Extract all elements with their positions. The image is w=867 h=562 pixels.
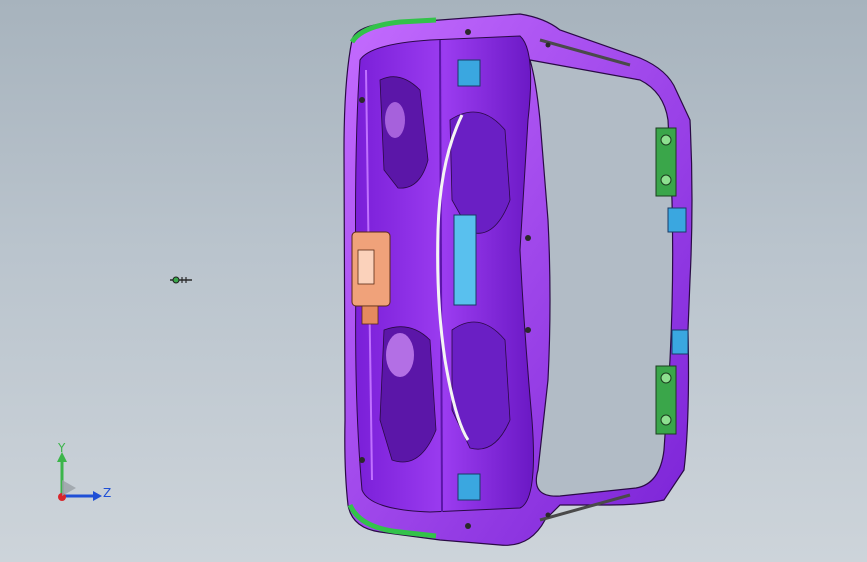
y-axis-label: Y: [57, 441, 66, 455]
z-axis-label: Z: [103, 486, 111, 500]
z-axis-arrow-icon: [93, 491, 102, 501]
axis-triad: Y Z: [57, 441, 111, 501]
triad-cone-icon: [62, 480, 76, 496]
graphics-viewport[interactable]: Y Z: [0, 0, 867, 562]
